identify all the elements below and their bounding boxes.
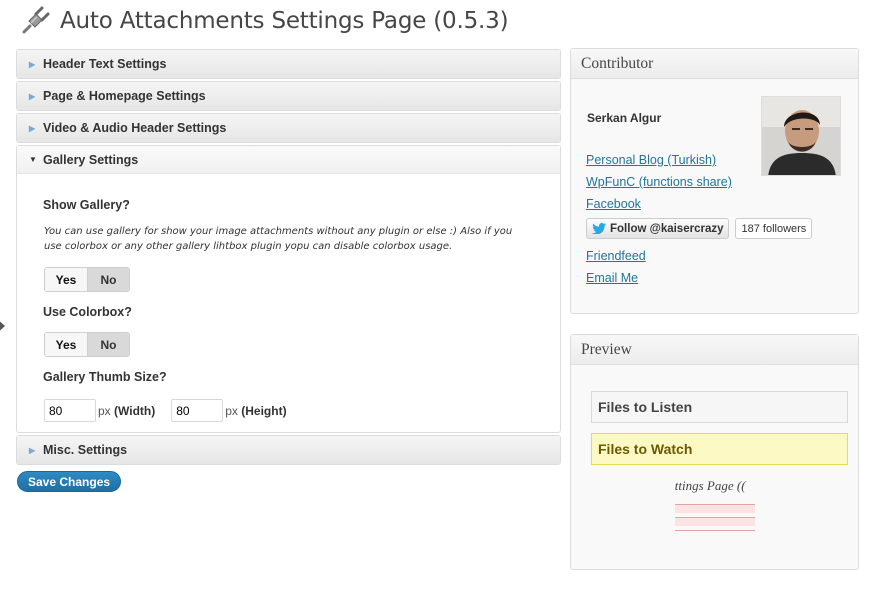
preview-thumb-text: ettings Page (( [675,478,746,493]
page-title: Auto Attachments Settings Page (0.5.3) [60,8,509,34]
panel-header-text-toggle[interactable]: ▶ Header Text Settings [17,50,560,78]
panel-video-audio: ▶ Video & Audio Header Settings [16,113,561,143]
panel-misc: ▶ Misc. Settings [16,435,561,465]
width-label: (Width) [114,403,156,418]
avatar [761,96,841,176]
show-gallery-yes-button[interactable]: Yes [45,268,87,291]
preview-title: Preview [571,335,858,365]
personal-blog-link[interactable]: Personal Blog (Turkish) [586,153,716,167]
use-colorbox-label: Use Colorbox? [43,305,132,319]
show-gallery-no-button[interactable]: No [87,268,129,291]
height-unit-label: px (Height) [225,404,286,418]
panel-gallery-toggle[interactable]: ▼ Gallery Settings [17,146,560,174]
panel-title: Gallery Settings [43,152,139,167]
width-unit-label: px (Width) [98,404,155,418]
avatar-photo [762,97,840,175]
follow-label: Follow @kaisercrazy [610,222,724,235]
height-label: (Height) [241,403,287,418]
collapse-handle[interactable] [0,316,5,336]
twitter-follow-button[interactable]: Follow @kaisercrazy [586,218,730,239]
panel-video-audio-toggle[interactable]: ▶ Video & Audio Header Settings [17,114,560,142]
contributor-title: Contributor [571,49,858,79]
plugin-icon [22,6,50,34]
show-gallery-toggle: Yes No [44,267,130,292]
chevron-right-icon: ▶ [29,59,36,69]
save-changes-button[interactable]: Save Changes [17,471,122,492]
panel-title: Misc. Settings [43,443,128,457]
panel-page-homepage: ▶ Page & Homepage Settings [16,81,561,111]
panel-title: Page & Homepage Settings [43,89,206,103]
gallery-settings-body: Show Gallery? You can use gallery for sh… [17,174,560,432]
width-unit: px [98,403,111,418]
preview-band [675,518,755,526]
preview-files-to-listen: Files to Listen [591,391,848,423]
email-link[interactable]: Email Me [586,271,638,285]
show-gallery-description: You can use gallery for show your image … [44,226,513,252]
panel-title: Video & Audio Header Settings [43,121,227,135]
thumb-height-input[interactable] [171,399,224,422]
author-name: Serkan Algur [587,111,662,125]
thumb-width-input[interactable] [44,399,96,422]
thumb-size-row: px (Width) px (Height) [44,399,287,422]
settings-panels: ▶ Header Text Settings ▶ Page & Homepage… [16,49,561,467]
panel-title: Header Text Settings [43,57,167,71]
contributor-box: Contributor Serkan Algur Personal Blog (… [570,48,859,314]
friendfeed-link[interactable]: Friendfeed [586,249,646,263]
panel-page-homepage-toggle[interactable]: ▶ Page & Homepage Settings [17,82,560,110]
preview-thumbnail: ettings Page (( [675,478,755,550]
wpfunc-link[interactable]: WpFunC (functions share) [586,175,732,189]
show-gallery-label: Show Gallery? [43,198,130,212]
twitter-bird-icon [592,223,606,234]
twitter-follow: Follow @kaisercrazy 187 followers [586,218,813,239]
followers-count: 187 followers [735,218,813,239]
chevron-down-icon: ▼ [29,155,37,164]
preview-band [675,505,755,513]
preview-files-to-watch: Files to Watch [591,433,848,465]
use-colorbox-toggle: Yes No [44,332,130,357]
panel-header-text: ▶ Header Text Settings [16,49,561,79]
colorbox-yes-button[interactable]: Yes [45,333,87,356]
height-unit: px [225,403,238,418]
panel-misc-toggle[interactable]: ▶ Misc. Settings [17,436,560,464]
preview-line [675,530,755,531]
facebook-link[interactable]: Facebook [586,197,641,211]
colorbox-no-button[interactable]: No [87,333,129,356]
thumb-size-label: Gallery Thumb Size? [43,370,167,384]
panel-gallery: ▼ Gallery Settings Show Gallery? You can… [16,145,561,433]
chevron-right-icon: ▶ [29,445,36,455]
preview-box: Preview Files to Listen Files to Watch e… [570,334,859,570]
chevron-right-icon: ▶ [29,91,36,101]
page-header: Auto Attachments Settings Page (0.5.3) [18,4,509,38]
chevron-right-icon: ▶ [29,123,36,133]
